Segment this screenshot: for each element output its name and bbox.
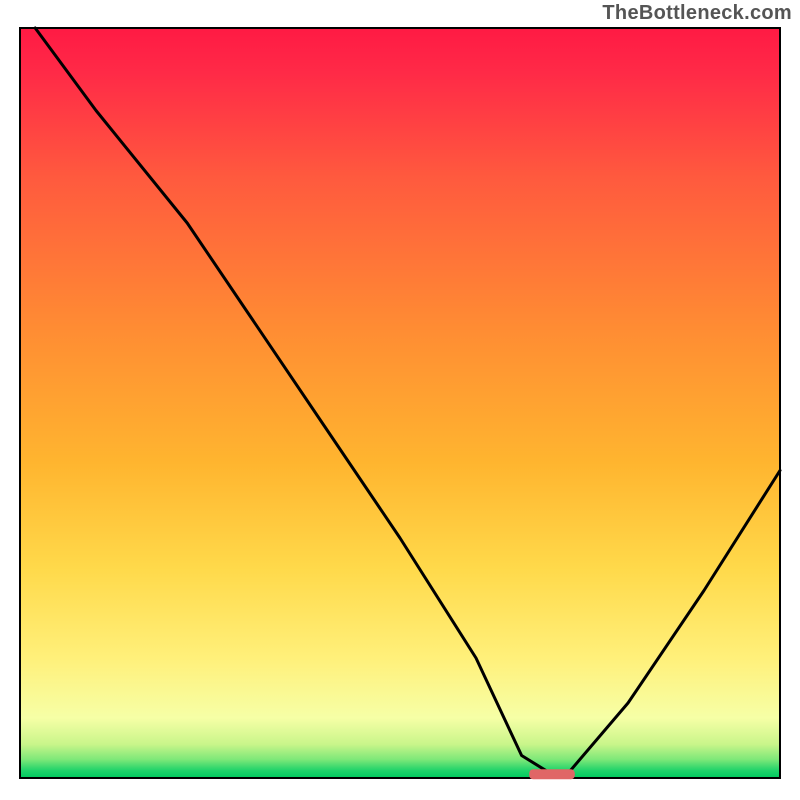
watermark-text: TheBottleneck.com <box>602 2 792 25</box>
optimal-range-marker <box>529 769 575 779</box>
plot-background <box>20 28 780 778</box>
chart-svg <box>0 0 800 800</box>
chart-stage: TheBottleneck.com <box>0 0 800 800</box>
